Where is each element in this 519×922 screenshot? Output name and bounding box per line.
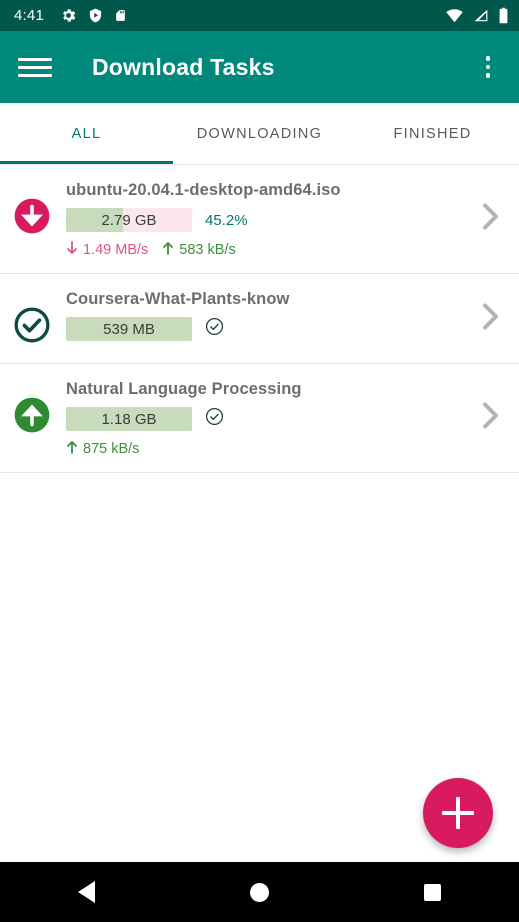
back-icon[interactable] bbox=[57, 862, 117, 922]
cell-signal-icon bbox=[473, 8, 489, 23]
task-meta: 2.79 GB 45.2% bbox=[66, 208, 505, 232]
task-size: 1.18 GB bbox=[101, 410, 157, 428]
download-circle-icon[interactable] bbox=[13, 197, 51, 240]
arrow-up-icon bbox=[162, 241, 174, 259]
progress-chip: 1.18 GB bbox=[66, 407, 192, 431]
task-meta: 539 MB bbox=[66, 317, 505, 341]
app-root: 4:41 Download Tasks ALL DOWNLOADING FINI… bbox=[0, 0, 519, 922]
check-circle-outline-icon[interactable] bbox=[13, 306, 51, 349]
upload-circle-icon[interactable] bbox=[13, 396, 51, 439]
system-nav-bar bbox=[0, 862, 519, 922]
task-speeds: 875 kB/s bbox=[66, 440, 505, 458]
wifi-icon bbox=[445, 8, 464, 23]
add-task-button[interactable] bbox=[423, 778, 493, 848]
tab-downloading[interactable]: DOWNLOADING bbox=[173, 103, 346, 164]
task-size: 539 MB bbox=[103, 320, 155, 338]
task-percent: 45.2% bbox=[205, 211, 248, 229]
home-circle bbox=[250, 882, 269, 902]
tab-all[interactable]: ALL bbox=[0, 103, 173, 164]
task-info: Natural Language Processing 1.18 GB 875 … bbox=[56, 378, 505, 458]
task-meta: 1.18 GB bbox=[66, 407, 505, 431]
task-status-icon-wrap bbox=[8, 179, 56, 240]
hamburger-line bbox=[18, 73, 52, 77]
chevron-right-icon[interactable] bbox=[477, 299, 503, 338]
tab-label: FINISHED bbox=[393, 125, 472, 142]
download-speed: 1.49 MB/s bbox=[66, 241, 148, 259]
task-info: Coursera-What-Plants-know 539 MB bbox=[56, 288, 505, 341]
task-info: ubuntu-20.04.1-desktop-amd64.iso 2.79 GB… bbox=[56, 179, 505, 259]
app-bar: Download Tasks bbox=[0, 31, 519, 103]
task-complete-icon bbox=[205, 317, 224, 341]
arrow-down-icon bbox=[66, 241, 78, 259]
status-bar-time: 4:41 bbox=[14, 7, 44, 24]
task-complete-icon bbox=[205, 407, 224, 431]
recents-square bbox=[424, 883, 441, 901]
status-bar-right-icons bbox=[445, 7, 509, 24]
sdcard-icon bbox=[114, 7, 127, 24]
overflow-dot bbox=[485, 64, 491, 70]
table-row[interactable]: Coursera-What-Plants-know 539 MB bbox=[0, 274, 519, 364]
status-bar: 4:41 bbox=[0, 0, 519, 31]
battery-icon bbox=[498, 7, 509, 24]
overflow-menu-icon[interactable] bbox=[473, 49, 503, 85]
upload-speed: 875 kB/s bbox=[66, 440, 139, 458]
arrow-up-icon bbox=[66, 440, 78, 458]
gear-icon bbox=[60, 7, 77, 24]
upload-speed-label: 875 kB/s bbox=[83, 441, 140, 457]
task-status-icon-wrap bbox=[8, 288, 56, 349]
tab-finished[interactable]: FINISHED bbox=[346, 103, 519, 164]
task-status-icon-wrap bbox=[8, 378, 56, 439]
upload-speed: 583 kB/s bbox=[162, 241, 236, 259]
table-row[interactable]: Natural Language Processing 1.18 GB 875 … bbox=[0, 364, 519, 473]
tab-label: ALL bbox=[71, 125, 102, 142]
page-title: Download Tasks bbox=[92, 53, 275, 80]
task-title: Natural Language Processing bbox=[66, 380, 302, 398]
upload-speed-label: 583 kB/s bbox=[179, 242, 236, 258]
task-speeds: 1.49 MB/s 583 kB/s bbox=[66, 241, 505, 259]
plus-icon-vertical bbox=[456, 797, 460, 829]
recents-icon[interactable] bbox=[403, 862, 463, 922]
overflow-dot bbox=[485, 56, 491, 61]
overflow-dot bbox=[485, 73, 491, 78]
hamburger-line bbox=[18, 57, 52, 61]
hamburger-line bbox=[18, 65, 52, 69]
task-title: ubuntu-20.04.1-desktop-amd64.iso bbox=[66, 181, 341, 199]
chevron-right-icon[interactable] bbox=[477, 399, 503, 438]
home-icon[interactable] bbox=[230, 862, 290, 922]
tab-label: DOWNLOADING bbox=[196, 125, 323, 142]
table-row[interactable]: ubuntu-20.04.1-desktop-amd64.iso 2.79 GB… bbox=[0, 165, 519, 274]
shield-play-icon bbox=[88, 7, 103, 24]
hamburger-icon[interactable] bbox=[18, 49, 54, 85]
back-triangle bbox=[78, 881, 95, 903]
progress-chip: 539 MB bbox=[66, 317, 192, 341]
task-size: 2.79 GB bbox=[101, 211, 157, 229]
download-speed-label: 1.49 MB/s bbox=[83, 242, 149, 258]
task-title: Coursera-What-Plants-know bbox=[66, 290, 290, 308]
progress-chip: 2.79 GB bbox=[66, 208, 192, 232]
task-list: ubuntu-20.04.1-desktop-amd64.iso 2.79 GB… bbox=[0, 165, 519, 473]
chevron-right-icon[interactable] bbox=[477, 200, 503, 239]
tab-bar: ALL DOWNLOADING FINISHED bbox=[0, 103, 519, 165]
status-bar-left-icons bbox=[60, 7, 127, 24]
